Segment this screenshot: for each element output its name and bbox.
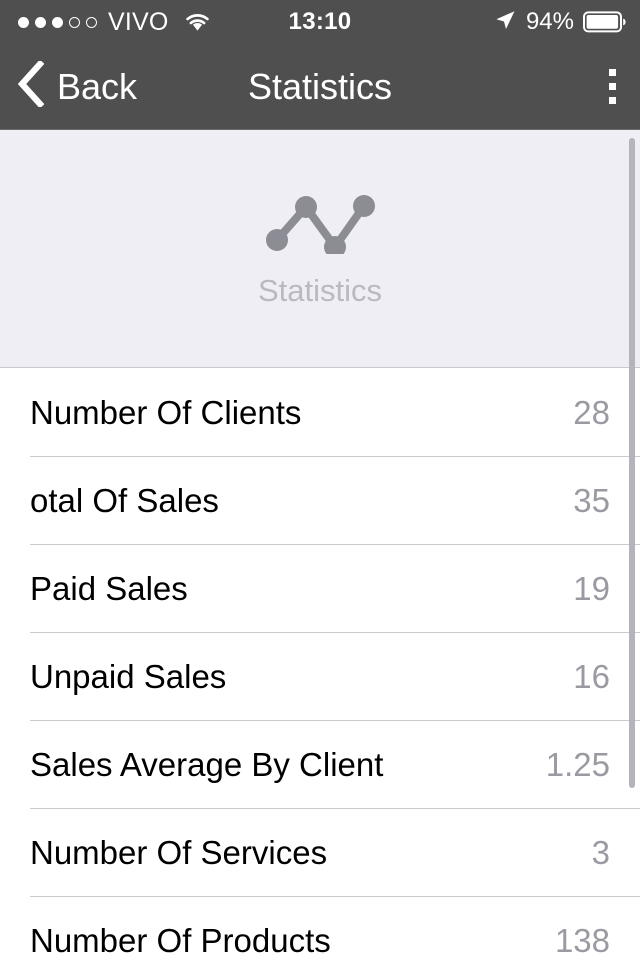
table-row[interactable]: Number Of Products 138 [0,896,640,960]
table-row[interactable]: Number Of Clients 28 [0,368,640,456]
stat-value: 19 [573,569,610,607]
navigation-bar: Back Statistics [0,44,640,130]
statistics-hero-panel: Statistics [0,130,640,368]
stat-value: 1.25 [545,745,610,783]
stat-label: Number Of Services [30,833,328,871]
stat-label: Number Of Products [30,921,331,959]
back-button[interactable]: Back [0,59,138,112]
stat-value: 138 [554,921,610,959]
stat-label: Number Of Clients [30,393,302,431]
table-row[interactable]: Number Of Services 3 [0,808,640,896]
status-bar-clock: 13:10 [288,8,352,35]
line-chart-icon [265,192,375,259]
stat-label: Sales Average By Client [30,745,384,783]
stat-label: otal Of Sales [30,481,219,519]
stat-value: 16 [573,657,610,695]
chevron-left-icon [17,59,45,112]
hero-caption: Statistics [257,272,383,308]
stat-value: 3 [591,833,610,871]
kebab-dot-2 [609,83,616,90]
table-row[interactable]: Sales Average By Client 1.25 [0,720,640,808]
table-row[interactable]: Paid Sales 19 [0,544,640,632]
kebab-dot-3 [609,97,616,104]
statistics-list: Number Of Clients 28 otal Of Sales 35 Pa… [0,368,640,960]
back-button-label: Back [57,65,138,107]
stat-value: 35 [573,481,610,519]
table-row[interactable]: otal Of Sales 35 [0,456,640,544]
stat-value: 28 [573,393,610,431]
kebab-dot-1 [609,69,616,76]
table-row[interactable]: Unpaid Sales 16 [0,632,640,720]
more-vertical-icon[interactable] [589,69,640,104]
stat-label: Unpaid Sales [30,657,227,695]
status-bar: VIVO 13:10 94% [0,0,640,44]
stat-label: Paid Sales [30,569,188,607]
vertical-scrollbar[interactable] [629,138,635,788]
